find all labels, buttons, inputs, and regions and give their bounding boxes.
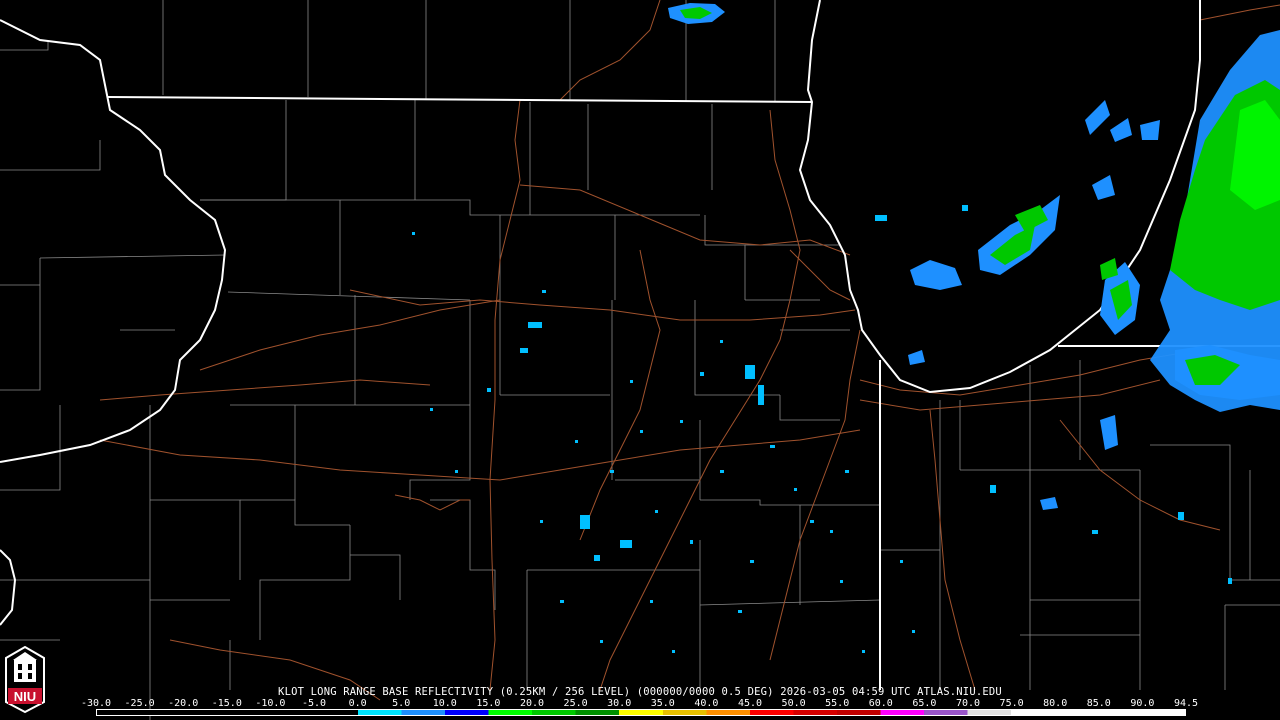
scale-label: 85.0	[1086, 698, 1111, 709]
product-caption: KLOT LONG RANGE BASE REFLECTIVITY (0.25K…	[278, 686, 1002, 698]
scale-label: 40.0	[694, 698, 719, 709]
scale-label: 50.0	[781, 698, 806, 709]
scale-label: -20.0	[168, 698, 199, 709]
radar-map	[0, 0, 1280, 720]
scale-labels: -30.0 -25.0 -20.0 -15.0 -10.0 -5.0 0.0 5.0 10.0 1…	[81, 698, 1198, 709]
niu-logo-icon: NIU	[5, 646, 45, 714]
scale-label: 0.0	[348, 698, 367, 709]
scale-label: -10.0	[255, 698, 286, 709]
scale-label: 94.5	[1173, 698, 1199, 709]
scale-label: 60.0	[868, 698, 893, 709]
scale-label: -15.0	[211, 698, 242, 709]
scale-label: 55.0	[825, 698, 850, 709]
scale-label: 35.0	[650, 698, 675, 709]
scale-label: 70.0	[955, 698, 981, 709]
scale-label: 80.0	[1043, 698, 1068, 709]
scale-label: -5.0	[301, 698, 327, 709]
scale-label: 75.0	[999, 698, 1024, 709]
scale-label: -25.0	[124, 698, 155, 709]
reflectivity-colorbar	[96, 709, 1186, 716]
scale-label: 20.0	[519, 698, 545, 709]
scale-label: 15.0	[476, 698, 501, 709]
scale-label: -30.0	[80, 698, 112, 709]
scale-label: 10.0	[432, 698, 457, 709]
scale-label: 5.0	[392, 698, 411, 709]
scale-label: 25.0	[563, 698, 588, 709]
scale-label: 65.0	[912, 698, 937, 709]
scale-label: 90.0	[1130, 698, 1155, 709]
scale-label: 30.0	[607, 698, 632, 709]
scale-label: 45.0	[737, 698, 763, 709]
